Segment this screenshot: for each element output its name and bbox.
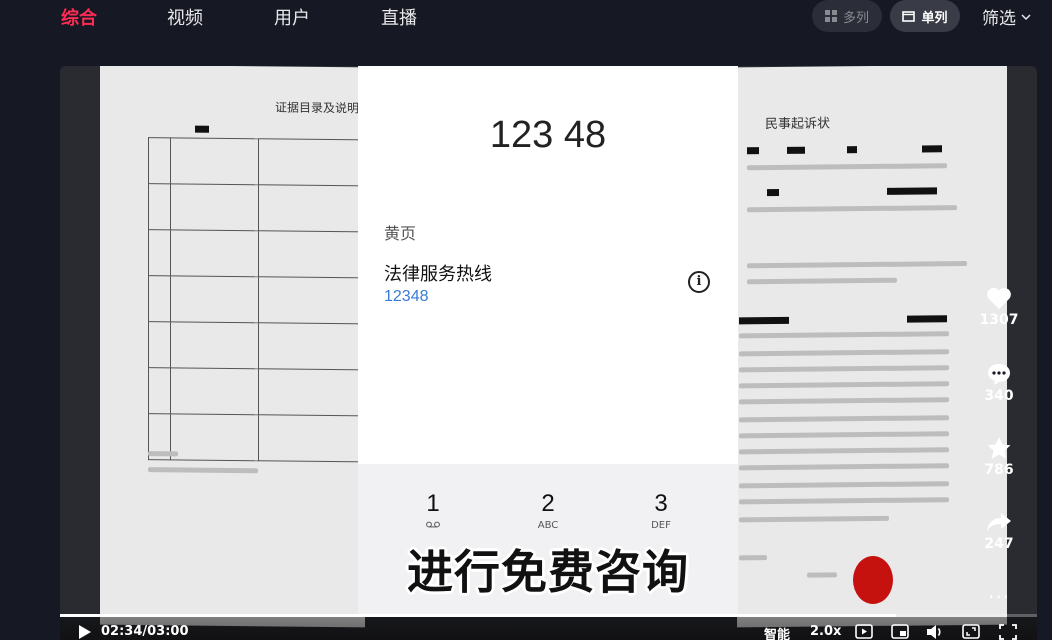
- comment-button[interactable]: 340: [973, 362, 1025, 404]
- playback-speed-button[interactable]: 2.0x: [810, 624, 841, 639]
- grid-icon: [824, 10, 837, 22]
- star-icon: [987, 437, 1011, 459]
- playback-time: 02:34/03:00: [101, 624, 189, 639]
- like-count: 1307: [979, 312, 1019, 328]
- web-fullscreen-icon[interactable]: [962, 624, 980, 640]
- autoplay-icon[interactable]: [855, 624, 873, 640]
- contact-number: 12348: [384, 288, 429, 305]
- tab-video[interactable]: 视频: [167, 4, 203, 30]
- key-2: 2 ABC: [537, 490, 559, 531]
- more-options-button[interactable]: ···: [988, 585, 1010, 609]
- evidence-doc-title: 证据目录及说明: [275, 100, 360, 116]
- share-button[interactable]: 247: [973, 510, 1025, 552]
- top-navigation: 综合 视频 用户 直播 多列 单列 筛选: [0, 0, 1052, 34]
- key-3: 3 DEF: [651, 490, 671, 531]
- single-column-label: 单列: [921, 10, 948, 26]
- filter-label: 筛选: [982, 9, 1016, 29]
- like-button[interactable]: 1307: [973, 286, 1025, 328]
- key-1: 1: [393, 490, 473, 531]
- info-icon: i: [688, 271, 710, 293]
- favorite-button[interactable]: 786: [973, 436, 1025, 478]
- dialed-number: 123 48: [489, 114, 607, 156]
- comment-count: 340: [984, 388, 1014, 404]
- heart-icon: [987, 287, 1011, 309]
- player-controls: 02:34/03:00 智能 2.0x: [60, 617, 1037, 640]
- tab-live[interactable]: 直播: [381, 4, 417, 30]
- share-icon: [987, 513, 1011, 531]
- voicemail-icon: [393, 520, 473, 531]
- red-seal-stamp: [853, 556, 893, 604]
- single-column-icon: [902, 10, 916, 22]
- favorite-count: 786: [984, 462, 1014, 478]
- phone-dialer-overlay: 123 48 黄页 法律服务热线 12348 i 1 2 ABC 3 DEF 进…: [358, 66, 738, 616]
- fullscreen-icon[interactable]: [999, 624, 1017, 640]
- tab-comprehensive[interactable]: 综合: [61, 4, 97, 30]
- evidence-table: [148, 137, 378, 463]
- evidence-document-image: 证据目录及说明: [100, 66, 378, 628]
- volume-icon[interactable]: [926, 624, 944, 640]
- yellow-pages-label: 黄页: [384, 224, 417, 243]
- video-caption: 进行免费咨询: [407, 545, 689, 599]
- tab-users[interactable]: 用户: [274, 4, 310, 30]
- share-count: 247: [984, 536, 1014, 552]
- video-player[interactable]: 证据目录及说明 民事起诉状 123 48 黄页 法律服务热线 12348 i 1…: [60, 66, 1037, 640]
- smart-quality-button[interactable]: 智能: [764, 624, 790, 640]
- multi-column-button[interactable]: 多列: [812, 0, 882, 32]
- single-column-button[interactable]: 单列: [890, 0, 960, 32]
- filter-button[interactable]: 筛选: [982, 4, 1031, 29]
- play-icon[interactable]: [78, 624, 92, 640]
- multi-column-label: 多列: [842, 10, 869, 26]
- chevron-down-icon: [1021, 13, 1031, 20]
- contact-name: 法律服务热线: [384, 264, 492, 285]
- complaint-document-image: 民事起诉状: [737, 66, 1007, 628]
- complaint-doc-title: 民事起诉状: [765, 116, 831, 133]
- comment-icon: [988, 364, 1010, 385]
- picture-in-picture-icon[interactable]: [891, 624, 909, 640]
